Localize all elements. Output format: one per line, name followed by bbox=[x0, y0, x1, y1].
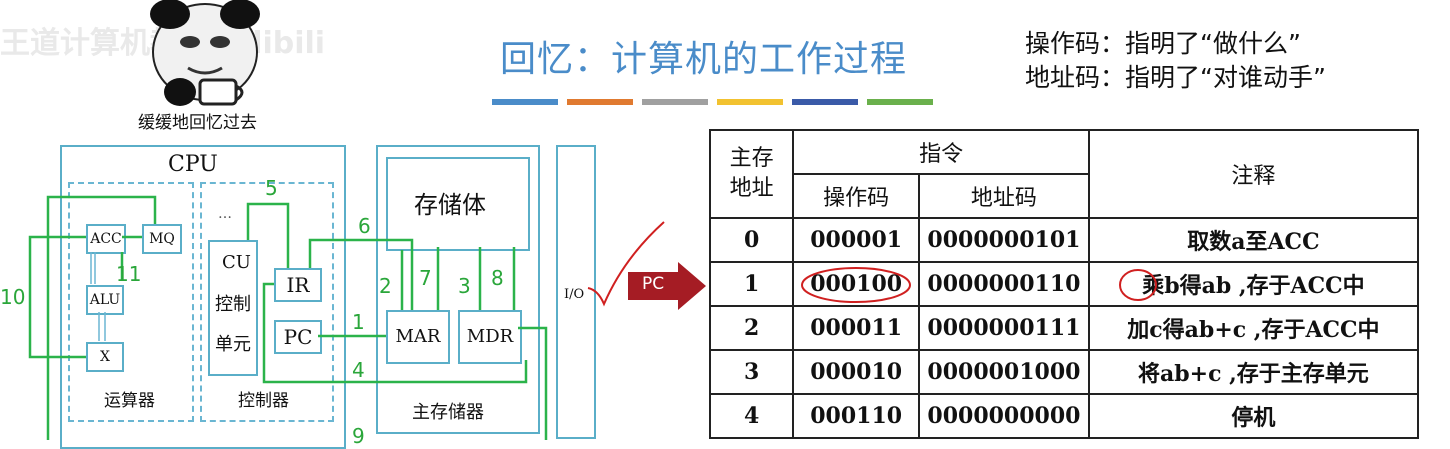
row-address: 1 bbox=[708, 261, 795, 307]
step-5: 5 bbox=[265, 176, 278, 200]
table-row: 3 000010 0000001000 将ab+c ,存于主存单元 bbox=[708, 349, 1420, 395]
row-comment: 乘b得ab ,存于ACC中 bbox=[1087, 261, 1420, 307]
address-header-2: 地址 bbox=[729, 176, 774, 201]
address-header-1: 主存 bbox=[729, 146, 774, 171]
table-row: 4 000110 0000000000 停机 bbox=[708, 393, 1420, 439]
row-address: 4 bbox=[708, 393, 795, 439]
step-3: 3 bbox=[458, 274, 471, 298]
row-comment-text: 乘b得ab ,存于ACC中 bbox=[1142, 273, 1365, 299]
row-address: 3 bbox=[708, 349, 795, 395]
row-opcode: 000001 bbox=[792, 217, 921, 263]
table-row: 2 000011 0000000111 加c得ab+c ,存于ACC中 bbox=[708, 305, 1420, 351]
addrcode-header: 地址码 bbox=[918, 173, 1090, 219]
row-address: 0 bbox=[708, 217, 795, 263]
address-header: 主存 地址 bbox=[708, 129, 795, 219]
row-comment: 加c得ab+c ,存于ACC中 bbox=[1087, 305, 1420, 351]
table-row: 0 000001 0000000101 取数a至ACC bbox=[708, 217, 1420, 263]
step-10: 10 bbox=[0, 285, 26, 309]
instruction-table: 主存 地址 指令 注释 操作码 地址码 0 000001 0000000101 … bbox=[708, 129, 1420, 439]
addrcode-note: 地址码：指明了“对谁动手” bbox=[1025, 63, 1326, 92]
step-8: 8 bbox=[491, 266, 504, 290]
step-9: 9 bbox=[352, 424, 365, 448]
row-comment: 取数a至ACC bbox=[1087, 217, 1420, 263]
pc-pointer-arrow bbox=[628, 262, 706, 310]
row-opcode: 000110 bbox=[792, 393, 921, 439]
step-11: 11 bbox=[116, 262, 142, 286]
step-7: 7 bbox=[419, 266, 432, 290]
row-address: 2 bbox=[708, 305, 795, 351]
row-opcode: 000010 bbox=[792, 349, 921, 395]
step-6: 6 bbox=[358, 214, 371, 238]
comment-header: 注释 bbox=[1087, 129, 1420, 219]
comment-circle-annotation bbox=[1118, 269, 1157, 301]
row-addrcode: 0000000101 bbox=[918, 217, 1090, 263]
pc-pointer-label: PC bbox=[642, 274, 665, 294]
row-addrcode: 0000000111 bbox=[918, 305, 1090, 351]
instruction-header: 指令 bbox=[792, 129, 1090, 175]
step-2: 2 bbox=[379, 274, 392, 298]
row-comment: 停机 bbox=[1087, 393, 1420, 439]
opcode-header: 操作码 bbox=[792, 173, 921, 219]
title-bar-6 bbox=[867, 99, 933, 105]
row-addrcode: 0000001000 bbox=[918, 349, 1090, 395]
row-addrcode: 0000000110 bbox=[918, 261, 1090, 307]
table-row: 1 000100 0000000110 乘b得ab ,存于ACC中 bbox=[708, 261, 1420, 307]
step-4: 4 bbox=[352, 358, 365, 382]
title-bar-4 bbox=[717, 99, 783, 105]
title-bar-5 bbox=[792, 99, 858, 105]
row-opcode: 000011 bbox=[792, 305, 921, 351]
step-1: 1 bbox=[352, 310, 365, 334]
opcode-circle-annotation bbox=[801, 267, 912, 303]
row-addrcode: 0000000000 bbox=[918, 393, 1090, 439]
row-comment: 将ab+c ,存于主存单元 bbox=[1087, 349, 1420, 395]
row-opcode: 000100 bbox=[792, 261, 921, 307]
opcode-note: 操作码：指明了“做什么” bbox=[1025, 29, 1301, 58]
